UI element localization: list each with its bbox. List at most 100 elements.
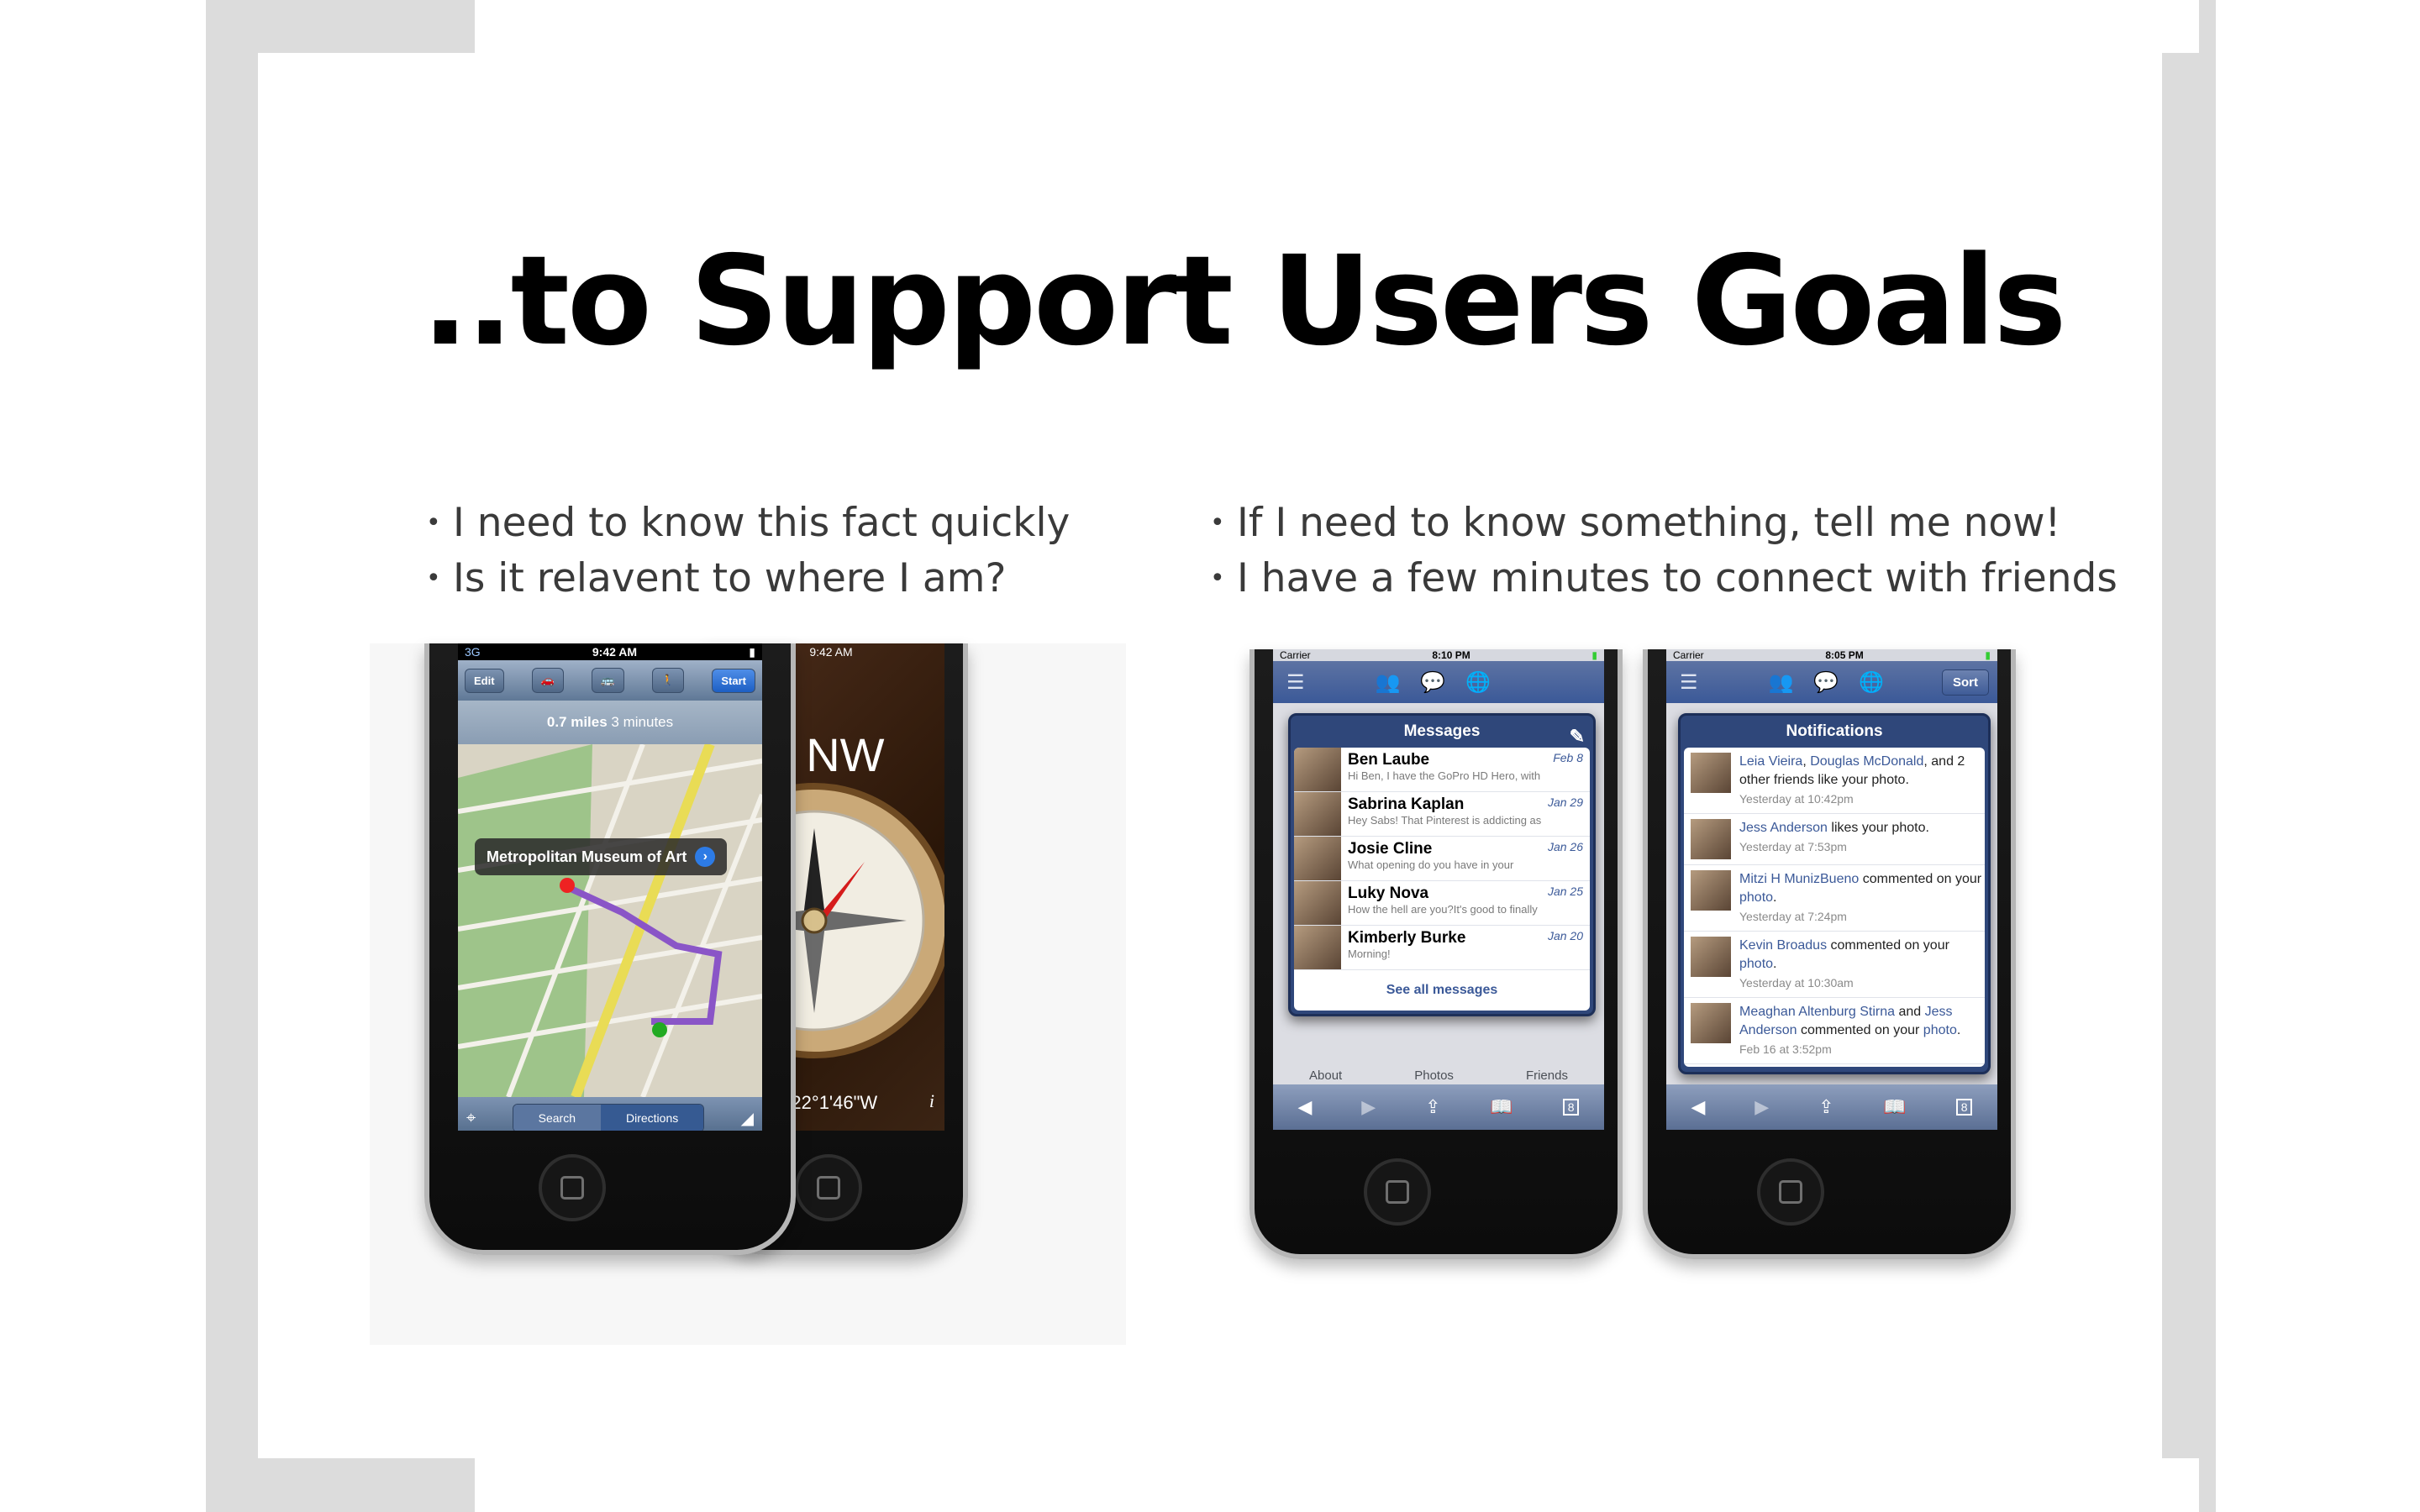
sort-button[interactable]: Sort: [1942, 669, 1989, 696]
transit-mode-icon[interactable]: 🚌: [592, 668, 624, 693]
menu-icon[interactable]: ☰: [1680, 670, 1698, 695]
battery-icon: ▮: [1985, 649, 1991, 661]
photo-link[interactable]: photo: [1739, 957, 1773, 971]
user-link[interactable]: Mitzi H MunizBueno: [1739, 872, 1859, 886]
message-item[interactable]: Kimberly Burke Jan 20 Morning!: [1294, 926, 1590, 970]
battery-icon: ▮: [749, 644, 755, 659]
user-link[interactable]: Douglas McDonald: [1810, 754, 1923, 769]
avatar: [1294, 837, 1341, 880]
messages-icon[interactable]: 💬: [1420, 670, 1445, 695]
message-item[interactable]: Luky Nova Jan 25 How the hell are you?It'…: [1294, 881, 1590, 926]
user-link[interactable]: Meaghan Altenburg Stirna: [1739, 1005, 1895, 1019]
map-view[interactable]: Metropolitan Museum of Art ›: [458, 744, 762, 1097]
see-all-messages-link[interactable]: See all messages: [1294, 970, 1590, 1011]
avatar: [1691, 1003, 1731, 1043]
forward-icon[interactable]: ▶: [1754, 1096, 1769, 1118]
notification-item[interactable]: Mitzi H MunizBueno commented on your pho…: [1684, 865, 1985, 932]
message-item[interactable]: Ben Laube Feb 8 Hi Ben, I have the GoPro …: [1294, 748, 1590, 792]
page-curl-icon[interactable]: ◢: [741, 1108, 754, 1129]
messages-screen: Carrier 8:10 PM ▮ ☰ 👥 💬 🌐 About Photos F…: [1273, 649, 1604, 1130]
home-button[interactable]: [795, 1154, 862, 1221]
tab-about[interactable]: About: [1309, 1068, 1342, 1083]
safari-toolbar: ◀ ▶ ⇪ 📖 8: [1273, 1084, 1604, 1130]
avatar: [1691, 870, 1731, 911]
tabs-icon[interactable]: 8: [1562, 1099, 1580, 1116]
car-mode-icon[interactable]: 🚗: [531, 668, 565, 693]
friend-requests-icon[interactable]: 👥: [1376, 670, 1401, 695]
notification-item[interactable]: Leia Vieira, Douglas McDonald, and 2 oth…: [1684, 748, 1985, 814]
notification-time: Yesterday at 7:24pm: [1739, 910, 1847, 923]
compose-icon[interactable]: ✎: [1570, 721, 1585, 753]
message-preview: How the hell are you?It's good to finall…: [1348, 903, 1538, 916]
facebook-nav-bar: ☰ 👥 💬 🌐: [1273, 661, 1604, 703]
notification-item[interactable]: Jess Anderson likes your photo. Yesterda…: [1684, 814, 1985, 865]
route-summary: 0.7 miles 3 minutes: [458, 701, 762, 744]
popup-title: Notifications: [1786, 722, 1883, 740]
search-directions-segment: Search Directions: [512, 1104, 705, 1131]
edit-button[interactable]: Edit: [465, 668, 504, 693]
message-preview: Hey Sabs! That Pinterest is addicting as: [1348, 814, 1542, 827]
user-link[interactable]: Kevin Broadus: [1739, 938, 1827, 953]
directions-tab[interactable]: Directions: [600, 1105, 704, 1131]
message-item[interactable]: Josie Cline Jan 26 What opening do you ha…: [1294, 837, 1590, 881]
sender-name: Sabrina Kaplan: [1348, 795, 1465, 813]
photo-link[interactable]: photo: [1739, 890, 1773, 905]
sender-name: Kimberly Burke: [1348, 929, 1466, 947]
notification-item[interactable]: Meaghan Altenburg Stirna and Jess Anders…: [1684, 998, 1985, 1064]
search-tab[interactable]: Search: [513, 1105, 601, 1131]
home-button[interactable]: [539, 1154, 606, 1221]
share-icon[interactable]: ⇪: [1818, 1096, 1833, 1118]
status-time: 8:05 PM: [1825, 649, 1864, 661]
menu-icon[interactable]: ☰: [1286, 670, 1305, 695]
avatar: [1294, 881, 1341, 925]
avatar: [1691, 819, 1731, 859]
bookmarks-icon[interactable]: 📖: [1883, 1096, 1906, 1118]
sender-name: Luky Nova: [1348, 885, 1429, 902]
start-button[interactable]: Start: [712, 668, 755, 693]
notification-item[interactable]: Kevin Broadus commented on your photo. Y…: [1684, 932, 1985, 998]
slide-title: ..to Support Users Goals: [422, 229, 2066, 373]
bullet-item: I need to know this fact quickly: [426, 496, 1070, 551]
sender-name: Ben Laube: [1348, 751, 1430, 769]
back-icon[interactable]: ◀: [1297, 1096, 1312, 1118]
photo-link[interactable]: photo: [1923, 1023, 1957, 1037]
left-bullet-list: I need to know this fact quickly Is it r…: [426, 496, 1070, 606]
back-icon[interactable]: ◀: [1691, 1096, 1705, 1118]
messages-icon[interactable]: 💬: [1813, 670, 1839, 695]
iphone-facebook-messages: Carrier 8:10 PM ▮ ☰ 👥 💬 🌐 About Photos F…: [1249, 649, 1623, 1259]
message-item[interactable]: Sabrina Kaplan Jan 29 Hey Sabs! That Pint…: [1294, 792, 1590, 837]
message-date: Feb 8: [1553, 751, 1583, 764]
map-callout[interactable]: Metropolitan Museum of Art ›: [475, 838, 728, 875]
bullet-item: Is it relavent to where I am?: [426, 551, 1070, 606]
message-preview: What opening do you have in your: [1348, 858, 1514, 871]
notifications-screen: Carrier 8:05 PM ▮ ☰ 👥 💬 🌐 Sort Notificat…: [1666, 649, 1997, 1130]
locate-icon[interactable]: ⌖: [466, 1109, 476, 1128]
info-icon[interactable]: i: [929, 1090, 934, 1112]
share-icon[interactable]: ⇪: [1425, 1096, 1440, 1118]
notification-time: Yesterday at 10:30am: [1739, 976, 1854, 990]
tab-friends[interactable]: Friends: [1526, 1068, 1568, 1083]
maps-bottom-bar: ⌖ Search Directions ◢: [458, 1097, 762, 1131]
bullet-item: I have a few minutes to connect with fri…: [1210, 551, 2118, 606]
route-duration: 3 minutes: [611, 714, 674, 730]
bookmarks-icon[interactable]: 📖: [1490, 1096, 1512, 1118]
chevron-right-icon[interactable]: ›: [695, 847, 716, 867]
message-date: Jan 29: [1547, 795, 1583, 809]
callout-label: Metropolitan Museum of Art: [487, 848, 687, 865]
signal-indicator: 3G: [465, 645, 481, 659]
home-button[interactable]: [1364, 1158, 1431, 1226]
user-link[interactable]: Jess Anderson: [1739, 821, 1828, 835]
home-button[interactable]: [1757, 1158, 1824, 1226]
profile-tabs: About Photos Friends: [1273, 1068, 1604, 1083]
tabs-icon[interactable]: 8: [1955, 1099, 1973, 1116]
notifications-globe-icon[interactable]: 🌐: [1859, 670, 1884, 695]
forward-icon[interactable]: ▶: [1361, 1096, 1376, 1118]
carrier-label: Carrier: [1280, 649, 1311, 661]
friend-requests-icon[interactable]: 👥: [1769, 670, 1794, 695]
walk-mode-icon[interactable]: 🚶: [651, 668, 685, 693]
message-date: Jan 25: [1547, 885, 1583, 898]
notifications-globe-icon[interactable]: 🌐: [1465, 670, 1491, 695]
message-date: Jan 26: [1547, 840, 1583, 853]
user-link[interactable]: Leia Vieira: [1739, 754, 1802, 769]
tab-photos[interactable]: Photos: [1414, 1068, 1454, 1083]
